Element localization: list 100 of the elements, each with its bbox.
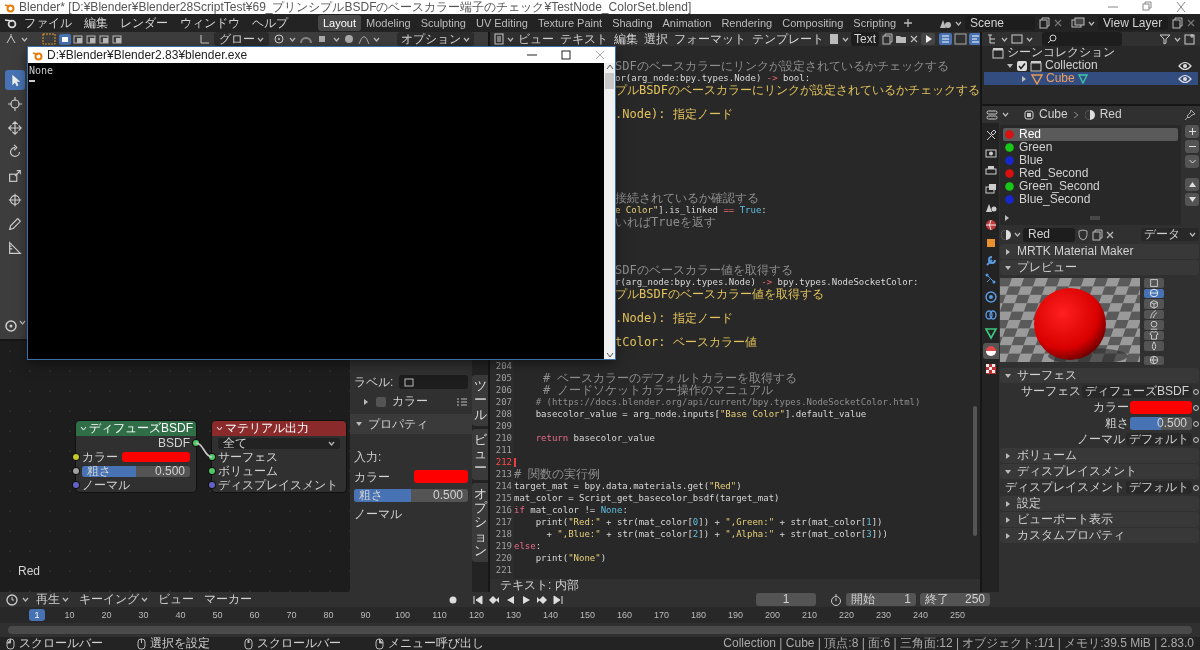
field-label: ディスプレイスメント (1004, 480, 1125, 495)
slot-name: Blue (1019, 153, 1044, 168)
menu-item[interactable]: ウィンドウ (174, 15, 246, 31)
line-number: 211 (494, 444, 512, 456)
panel-header[interactable]: ビューポート表示 (1000, 512, 1199, 527)
code-line: # ベースカラーのデフォルトカラーを取得する (541, 372, 798, 384)
end-frame-field[interactable]: 終了 250 (920, 593, 990, 606)
material-slot[interactable]: Green_Second (1003, 180, 1178, 193)
code-line: # (https://docs.blender.org/api/current/bpy.types.NodeSocketColor.html) (534, 396, 921, 408)
menu-item[interactable]: 編集 (78, 15, 114, 31)
frame-tick-label: 160 (616, 609, 633, 621)
workspace-tab[interactable]: UV Editing (470, 15, 533, 31)
sidebar-tab[interactable]: ツール (472, 375, 488, 426)
link-dropdown[interactable]: データ (1141, 228, 1199, 241)
material-slot[interactable]: Green (1003, 141, 1178, 154)
panel-header[interactable]: カスタムプロパティ (1000, 528, 1199, 543)
breadcrumb-item: Cube (1039, 107, 1068, 122)
console-title: D:¥Blender¥Blender2.83¥blender.exe (47, 47, 248, 63)
value-slider[interactable]: 粗さ 0.500 (354, 488, 468, 502)
status-hint: スクロールバー (257, 637, 341, 650)
workspace-tab[interactable]: Shading (607, 15, 658, 31)
value-dropdown[interactable]: デフォルト (1126, 481, 1192, 494)
panel-header[interactable]: プロパティ (350, 413, 472, 435)
menu-item[interactable]: ファイル (18, 15, 78, 31)
panel-title: プレビュー (1017, 260, 1077, 275)
menu-item[interactable]: マーカー (201, 592, 255, 607)
start-frame-field[interactable]: 開始 1 (846, 593, 916, 606)
console-output: None (29, 65, 55, 77)
shader-node[interactable]: マテリアル出力 全て サーフェス ボリューム ディスプレイスメント (212, 421, 346, 492)
workspace-tab[interactable]: Texture Paint (532, 15, 608, 31)
menu-item[interactable]: 編集 (612, 32, 640, 47)
menu-item[interactable]: ビュー (155, 592, 197, 607)
panel-title: ディスプレイスメント (1017, 464, 1137, 479)
frame-tick-label: 60 (248, 609, 261, 621)
menu-item[interactable]: ビュー (516, 32, 556, 47)
material-slot[interactable]: Red (1003, 128, 1178, 141)
line-number: 220 (494, 552, 512, 564)
panel-header[interactable]: プレビュー (1000, 260, 1199, 275)
line-number: 207 (494, 396, 512, 408)
orientation-dropdown[interactable]: グロー (214, 32, 269, 46)
panel-title: MRTK Material Maker (1017, 244, 1134, 259)
panel-header[interactable]: ボリューム (1000, 448, 1199, 463)
value-dropdown[interactable]: ディフューズBSDF (1082, 385, 1192, 398)
code-line: 接続されているか確認する (615, 192, 759, 204)
frame-tick-label: 140 (542, 609, 559, 621)
options-dropdown[interactable]: オプション (397, 32, 474, 47)
name-field[interactable]: View Layer (1098, 16, 1168, 30)
workspace-tab[interactable]: Rendering (716, 15, 778, 31)
code-line: プルBSDFのベースカラーにリンクが設定されているかチェックする (615, 84, 980, 96)
panel-header[interactable]: MRTK Material Maker (1000, 244, 1199, 259)
workspace-tab[interactable]: Layout (318, 15, 362, 31)
code-line: プルBSDFのベースカラー値を取得する (615, 288, 824, 300)
frame-tick-label: 110 (431, 609, 448, 621)
frame-tick-label: 90 (359, 609, 372, 621)
outliner-row[interactable]: Collection (984, 59, 1198, 72)
material-label: Red (18, 563, 40, 578)
playhead-frame[interactable]: 1 (29, 609, 45, 621)
outliner-row[interactable]: Cube (984, 72, 1198, 85)
workspace-tab[interactable]: Scripting (848, 15, 902, 31)
panel-header[interactable]: ディスプレイスメント (1000, 464, 1199, 479)
panel-header[interactable]: 設定 (1000, 496, 1199, 511)
sidebar-tab[interactable]: ビュー (472, 428, 488, 480)
line-number: 210 (494, 432, 512, 444)
panel-header[interactable]: サーフェス (1000, 368, 1199, 383)
panel-title: ボリューム (1017, 448, 1077, 463)
socket-label: ボリューム (218, 463, 278, 479)
frame-tick-label: 30 (137, 609, 150, 621)
material-name-field[interactable]: Red (1023, 227, 1075, 242)
material-slot[interactable]: Blue_Second (1003, 193, 1178, 206)
line-number: 209 (494, 420, 512, 432)
workspace-tab[interactable]: Modeling (361, 15, 416, 31)
menu-item[interactable]: フォーマット (672, 32, 748, 47)
shader-node[interactable]: ディフューズBSDF BSDF カラー 粗さ 0.500 ノーマル (76, 421, 196, 492)
value-dropdown[interactable]: デフォルト (1126, 433, 1192, 446)
menu-item[interactable]: レンダー (114, 15, 174, 31)
material-slot[interactable]: Blue (1003, 154, 1178, 167)
code-line: # ノードソケットカラー操作のマニュアル (541, 384, 774, 396)
menu-item[interactable]: ヘルプ (246, 15, 294, 31)
code-line: print("Red:" + str(mat_color[0]) + ",Green:" + str(mat_color[1]) (534, 516, 883, 528)
value-slider[interactable]: 粗さ 0.500 (82, 465, 190, 477)
frame-field[interactable]: 1 (756, 593, 816, 606)
text-name-field[interactable]: Text (851, 32, 879, 46)
code-line: or(arg_node:bpy.types.Node) -> bool: (615, 72, 811, 84)
outliner-row[interactable]: シーンコレクション (984, 46, 1198, 59)
sidebar-tab[interactable]: オプション (472, 482, 488, 563)
field-label: 開始 (851, 592, 875, 607)
menu-item[interactable]: キーイング (76, 592, 151, 607)
material-slot[interactable]: Red_Second (1003, 167, 1178, 180)
name-field[interactable]: Scene (965, 16, 1035, 30)
menu-item[interactable]: 再生 (33, 592, 72, 607)
field-label: 終了 (925, 592, 949, 607)
menu-item[interactable]: 選択 (642, 32, 670, 47)
workspace-tab[interactable]: Compositing (777, 15, 849, 31)
workspace-tab[interactable]: Sculpting (415, 15, 471, 31)
target-dropdown[interactable]: 全て (218, 437, 340, 449)
workspace-tab[interactable]: Animation (657, 15, 717, 31)
code-line: if mat_color != None: (514, 504, 628, 516)
menu-item[interactable]: テキスト (558, 32, 610, 47)
field-label: 粗さ (1104, 416, 1129, 431)
menu-item[interactable]: テンプレート (750, 32, 826, 47)
